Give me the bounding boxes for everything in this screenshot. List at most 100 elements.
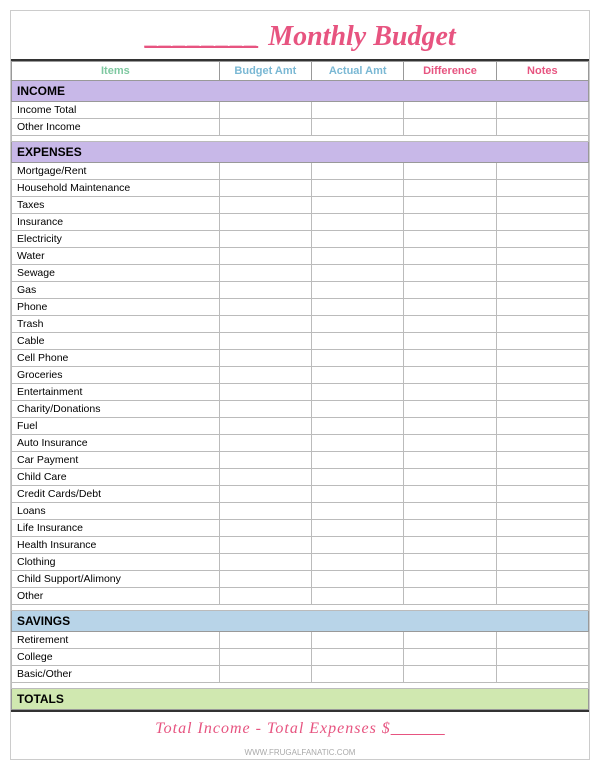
cell-expense-15-budget[interactable] <box>219 418 311 435</box>
cell-expense-0-actual[interactable] <box>312 163 404 180</box>
cell-expense-2-notes[interactable] <box>496 197 588 214</box>
cell-expense-3-diff[interactable] <box>404 214 496 231</box>
cell-expense-14-budget[interactable] <box>219 401 311 418</box>
cell-expense-13-diff[interactable] <box>404 384 496 401</box>
cell-expense-13-notes[interactable] <box>496 384 588 401</box>
cell-expense-12-diff[interactable] <box>404 367 496 384</box>
cell-expense-9-actual[interactable] <box>312 316 404 333</box>
cell-expense-18-diff[interactable] <box>404 469 496 486</box>
cell-expense-0-diff[interactable] <box>404 163 496 180</box>
cell-savings-2-actual[interactable] <box>312 666 404 683</box>
cell-expense-12-budget[interactable] <box>219 367 311 384</box>
cell-expense-0-notes[interactable] <box>496 163 588 180</box>
cell-expense-3-budget[interactable] <box>219 214 311 231</box>
cell-expense-17-notes[interactable] <box>496 452 588 469</box>
cell-expense-25-notes[interactable] <box>496 588 588 605</box>
cell-savings-0-budget[interactable] <box>219 632 311 649</box>
cell-expense-23-diff[interactable] <box>404 554 496 571</box>
cell-expense-22-budget[interactable] <box>219 537 311 554</box>
cell-savings-1-notes[interactable] <box>496 649 588 666</box>
cell-expense-21-actual[interactable] <box>312 520 404 537</box>
cell-savings-2-notes[interactable] <box>496 666 588 683</box>
cell-expense-21-diff[interactable] <box>404 520 496 537</box>
cell-expense-23-actual[interactable] <box>312 554 404 571</box>
cell-expense-12-notes[interactable] <box>496 367 588 384</box>
cell-expense-4-diff[interactable] <box>404 231 496 248</box>
cell-expense-18-notes[interactable] <box>496 469 588 486</box>
cell-expense-4-budget[interactable] <box>219 231 311 248</box>
cell-other-income-budget[interactable] <box>219 119 311 136</box>
cell-expense-7-notes[interactable] <box>496 282 588 299</box>
cell-expense-11-actual[interactable] <box>312 350 404 367</box>
cell-savings-1-diff[interactable] <box>404 649 496 666</box>
cell-expense-8-notes[interactable] <box>496 299 588 316</box>
cell-savings-1-budget[interactable] <box>219 649 311 666</box>
cell-expense-25-diff[interactable] <box>404 588 496 605</box>
cell-expense-10-actual[interactable] <box>312 333 404 350</box>
cell-expense-11-diff[interactable] <box>404 350 496 367</box>
cell-expense-8-budget[interactable] <box>219 299 311 316</box>
cell-expense-22-notes[interactable] <box>496 537 588 554</box>
cell-expense-5-budget[interactable] <box>219 248 311 265</box>
cell-expense-21-notes[interactable] <box>496 520 588 537</box>
cell-expense-7-diff[interactable] <box>404 282 496 299</box>
cell-expense-16-budget[interactable] <box>219 435 311 452</box>
cell-other-income-notes[interactable] <box>496 119 588 136</box>
cell-expense-17-actual[interactable] <box>312 452 404 469</box>
cell-income-total-notes[interactable] <box>496 102 588 119</box>
cell-expense-21-budget[interactable] <box>219 520 311 537</box>
cell-expense-1-notes[interactable] <box>496 180 588 197</box>
cell-expense-25-actual[interactable] <box>312 588 404 605</box>
cell-other-income-diff[interactable] <box>404 119 496 136</box>
cell-expense-5-notes[interactable] <box>496 248 588 265</box>
cell-expense-11-budget[interactable] <box>219 350 311 367</box>
cell-expense-20-diff[interactable] <box>404 503 496 520</box>
cell-other-income-actual[interactable] <box>312 119 404 136</box>
cell-expense-20-actual[interactable] <box>312 503 404 520</box>
cell-expense-10-notes[interactable] <box>496 333 588 350</box>
cell-expense-16-diff[interactable] <box>404 435 496 452</box>
cell-expense-1-diff[interactable] <box>404 180 496 197</box>
cell-expense-5-actual[interactable] <box>312 248 404 265</box>
cell-income-total-diff[interactable] <box>404 102 496 119</box>
cell-expense-6-diff[interactable] <box>404 265 496 282</box>
cell-expense-22-actual[interactable] <box>312 537 404 554</box>
cell-expense-24-budget[interactable] <box>219 571 311 588</box>
cell-expense-18-actual[interactable] <box>312 469 404 486</box>
cell-expense-19-notes[interactable] <box>496 486 588 503</box>
cell-expense-13-budget[interactable] <box>219 384 311 401</box>
cell-expense-18-budget[interactable] <box>219 469 311 486</box>
cell-expense-23-budget[interactable] <box>219 554 311 571</box>
cell-expense-6-budget[interactable] <box>219 265 311 282</box>
cell-expense-15-diff[interactable] <box>404 418 496 435</box>
cell-expense-20-budget[interactable] <box>219 503 311 520</box>
cell-expense-14-diff[interactable] <box>404 401 496 418</box>
cell-expense-10-budget[interactable] <box>219 333 311 350</box>
cell-expense-15-notes[interactable] <box>496 418 588 435</box>
cell-expense-0-budget[interactable] <box>219 163 311 180</box>
cell-expense-7-budget[interactable] <box>219 282 311 299</box>
cell-expense-17-diff[interactable] <box>404 452 496 469</box>
cell-expense-20-notes[interactable] <box>496 503 588 520</box>
cell-expense-9-diff[interactable] <box>404 316 496 333</box>
cell-expense-2-budget[interactable] <box>219 197 311 214</box>
cell-expense-16-actual[interactable] <box>312 435 404 452</box>
cell-savings-1-actual[interactable] <box>312 649 404 666</box>
cell-expense-22-diff[interactable] <box>404 537 496 554</box>
cell-expense-24-diff[interactable] <box>404 571 496 588</box>
cell-expense-15-actual[interactable] <box>312 418 404 435</box>
cell-savings-2-diff[interactable] <box>404 666 496 683</box>
cell-income-total-budget[interactable] <box>219 102 311 119</box>
cell-income-total-actual[interactable] <box>312 102 404 119</box>
cell-expense-7-actual[interactable] <box>312 282 404 299</box>
cell-expense-11-notes[interactable] <box>496 350 588 367</box>
cell-expense-16-notes[interactable] <box>496 435 588 452</box>
cell-expense-12-actual[interactable] <box>312 367 404 384</box>
cell-expense-8-diff[interactable] <box>404 299 496 316</box>
cell-savings-0-diff[interactable] <box>404 632 496 649</box>
cell-expense-19-diff[interactable] <box>404 486 496 503</box>
cell-expense-14-actual[interactable] <box>312 401 404 418</box>
cell-savings-2-budget[interactable] <box>219 666 311 683</box>
cell-expense-3-actual[interactable] <box>312 214 404 231</box>
cell-expense-25-budget[interactable] <box>219 588 311 605</box>
